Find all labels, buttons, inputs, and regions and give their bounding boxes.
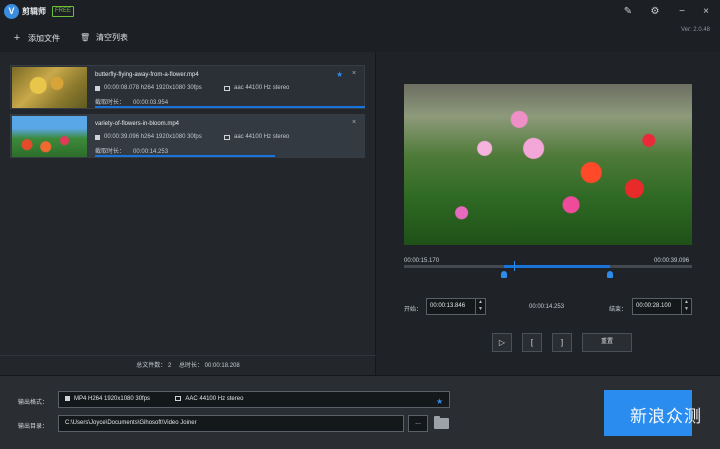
trash-icon: 🗑	[80, 33, 91, 42]
star-icon[interactable]: ★	[336, 70, 343, 79]
timeline-end-time: 00:00:39.096	[654, 258, 690, 264]
output-dir-value: C:\Users\Joyce\Documents\Gihosoft\Video …	[65, 420, 197, 426]
free-badge: FREE	[52, 6, 75, 17]
watermark-logo: 新浪众测	[630, 407, 702, 427]
end-time-spinner[interactable]: ▲ ▼	[681, 299, 691, 314]
video-icon	[95, 134, 100, 140]
video-info: 00:00:08.078 h264 1920x1080 30fps	[95, 85, 202, 91]
video-thumbnail	[12, 116, 87, 157]
output-dir-field[interactable]: C:\Users\Joyce\Documents\Gihosoft\Video …	[58, 415, 404, 432]
browse-button[interactable]: ...	[408, 415, 428, 432]
add-files-button[interactable]: + 添加文件	[12, 32, 60, 44]
clip-progress-bar	[95, 155, 275, 157]
timeline-start-time: 00:00:15.170	[404, 258, 440, 264]
start-time-spinner[interactable]: ▲ ▼	[475, 299, 485, 314]
start-time-input[interactable]: 00:00:13.846 ▲ ▼	[426, 298, 486, 315]
output-format-selector[interactable]: MP4 H264 1920x1080 30fps AAC 44100 Hz st…	[58, 391, 450, 408]
timeline-track[interactable]	[404, 265, 692, 268]
playhead[interactable]	[514, 261, 515, 271]
version-label: Ver: 2.0.48	[680, 27, 710, 33]
output-video-format: MP4 H264 1920x1080 30fps	[74, 396, 151, 402]
audio-info-text: aac 44100 Hz stereo	[234, 134, 290, 140]
video-info: 00:00:39.096 h264 1920x1080 30fps	[95, 134, 202, 140]
app-logo-icon: V	[4, 4, 19, 19]
minimize-button[interactable]: −	[674, 4, 690, 20]
video-preview[interactable]	[404, 84, 692, 245]
total-duration-label: 总时长：	[178, 363, 203, 369]
file-item[interactable]: variety-of-flowers-in-bloom.mp4 00:00:39…	[10, 114, 365, 158]
output-settings-bar: 输出格式： MP4 H264 1920x1080 30fps AAC 44100…	[0, 375, 720, 449]
clear-list-label: 清空列表	[96, 33, 128, 42]
file-name: butterfly-flying-away-from-a-flower.mp4	[95, 72, 199, 78]
toolbar: + 添加文件 🗑 清空列表 Ver: 2.0.48	[0, 24, 720, 52]
video-info-text: 00:00:39.096 h264 1920x1080 30fps	[104, 134, 202, 140]
totals-bar: 总文件数： 2 总时长： 00:00:18.208	[0, 355, 376, 375]
total-files-label: 总文件数：	[136, 363, 167, 369]
video-icon	[65, 395, 70, 401]
remove-file-close-icon[interactable]: ×	[352, 119, 356, 126]
clip-duration: 截取时长： 00:00:03.954	[95, 97, 168, 106]
mark-out-button[interactable]: ]	[552, 333, 572, 352]
file-item[interactable]: butterfly-flying-away-from-a-flower.mp4 …	[10, 65, 365, 109]
clip-progress-bar	[95, 106, 365, 108]
video-info-text: 00:00:08.078 h264 1920x1080 30fps	[104, 85, 202, 91]
start-marker-handle[interactable]	[501, 271, 507, 278]
selected-segment	[504, 265, 610, 268]
play-button[interactable]: ▷	[492, 333, 512, 352]
star-icon[interactable]: ★	[436, 397, 443, 406]
output-format-label: 输出格式：	[18, 400, 49, 406]
reset-button[interactable]: 重置	[582, 333, 632, 352]
audio-icon	[175, 395, 182, 401]
add-files-label: 添加文件	[28, 33, 60, 43]
plus-icon: +	[13, 32, 21, 44]
current-time: 00:00:14.253	[529, 304, 565, 310]
mark-in-button[interactable]: [	[522, 333, 542, 352]
video-thumbnail	[12, 67, 87, 108]
title-bar: V 剪辑师 FREE ✎ ⚙ − ×	[0, 0, 720, 24]
open-folder-icon[interactable]	[434, 416, 449, 429]
start-time-value: 00:00:13.846	[430, 303, 466, 309]
app-name: 剪辑师	[22, 7, 46, 16]
output-audio-format: AAC 44100 Hz stereo	[185, 396, 244, 402]
audio-icon	[224, 134, 230, 140]
settings-gear-icon[interactable]: ⚙	[647, 4, 663, 20]
audio-info-text: aac 44100 Hz stereo	[234, 85, 290, 91]
skin-icon[interactable]: ✎	[620, 4, 636, 20]
audio-info: aac 44100 Hz stereo	[224, 134, 289, 140]
clear-list-button[interactable]: 🗑 清空列表	[80, 32, 128, 43]
end-time-input[interactable]: 00:00:28.100 ▲ ▼	[632, 298, 692, 315]
total-duration-value: 00:00:18.208	[204, 363, 240, 369]
audio-icon	[224, 85, 230, 91]
remove-file-close-icon[interactable]: ×	[352, 70, 356, 77]
close-button[interactable]: ×	[698, 4, 714, 20]
end-time-label: 结束：	[609, 307, 628, 313]
end-time-value: 00:00:28.100	[636, 303, 672, 309]
end-marker-handle[interactable]	[607, 271, 613, 278]
total-files-value: 2	[167, 363, 172, 369]
clip-duration: 截取时长： 00:00:14.253	[95, 146, 168, 155]
video-icon	[95, 85, 100, 91]
file-list-panel: butterfly-flying-away-from-a-flower.mp4 …	[0, 52, 376, 375]
file-name: variety-of-flowers-in-bloom.mp4	[95, 121, 180, 127]
start-time-label: 开始：	[404, 307, 423, 313]
preview-panel: 00:00:15.170 00:00:39.096 开始： 00:00:13.8…	[376, 52, 720, 375]
audio-info: aac 44100 Hz stereo	[224, 85, 289, 91]
output-dir-label: 输出目录：	[18, 424, 49, 430]
